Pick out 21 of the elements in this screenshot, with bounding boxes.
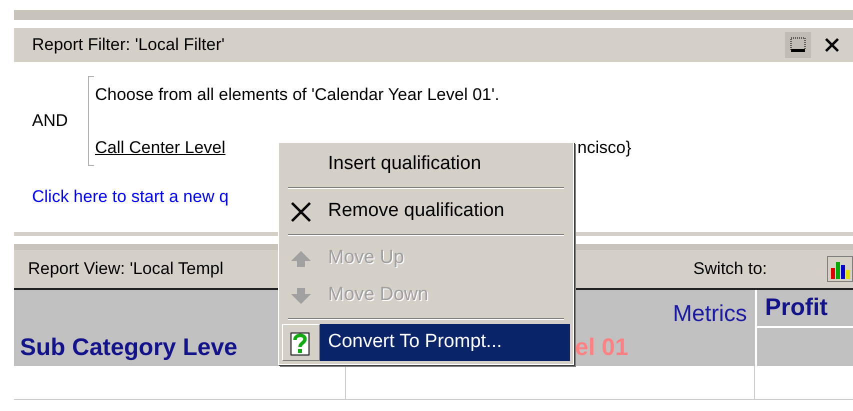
menu-item[interactable]: Remove qualification [282, 193, 570, 230]
new-qualification-link[interactable]: Click here to start a new q [32, 187, 229, 206]
panel-title: Report View: 'Local Templ [28, 258, 224, 280]
qualification-link[interactable]: Call Center Level [95, 135, 226, 160]
operator-label: AND [31, 110, 69, 132]
up-arrow-icon [289, 248, 313, 268]
down-arrow-icon [289, 286, 313, 306]
column-header: Profit [757, 290, 853, 328]
minimize-button[interactable] [785, 32, 811, 58]
minimize-icon [789, 36, 807, 54]
close-icon [824, 37, 840, 53]
column-header: el 01 [575, 333, 628, 363]
metrics-label: Metrics [672, 299, 747, 328]
menu-item[interactable]: Insert qualification [282, 146, 570, 183]
row-header: Sub Category Leve [20, 333, 238, 363]
close-icon [289, 200, 313, 224]
panel-title: Report Filter: 'Local Filter' [32, 34, 226, 56]
switch-label: Switch to: [693, 258, 767, 280]
chart-button[interactable] [827, 256, 853, 282]
qualification-text: ncisco} [577, 137, 632, 159]
qualification-text: Choose from all elements of 'Calendar Year Level 01'. [95, 84, 500, 106]
